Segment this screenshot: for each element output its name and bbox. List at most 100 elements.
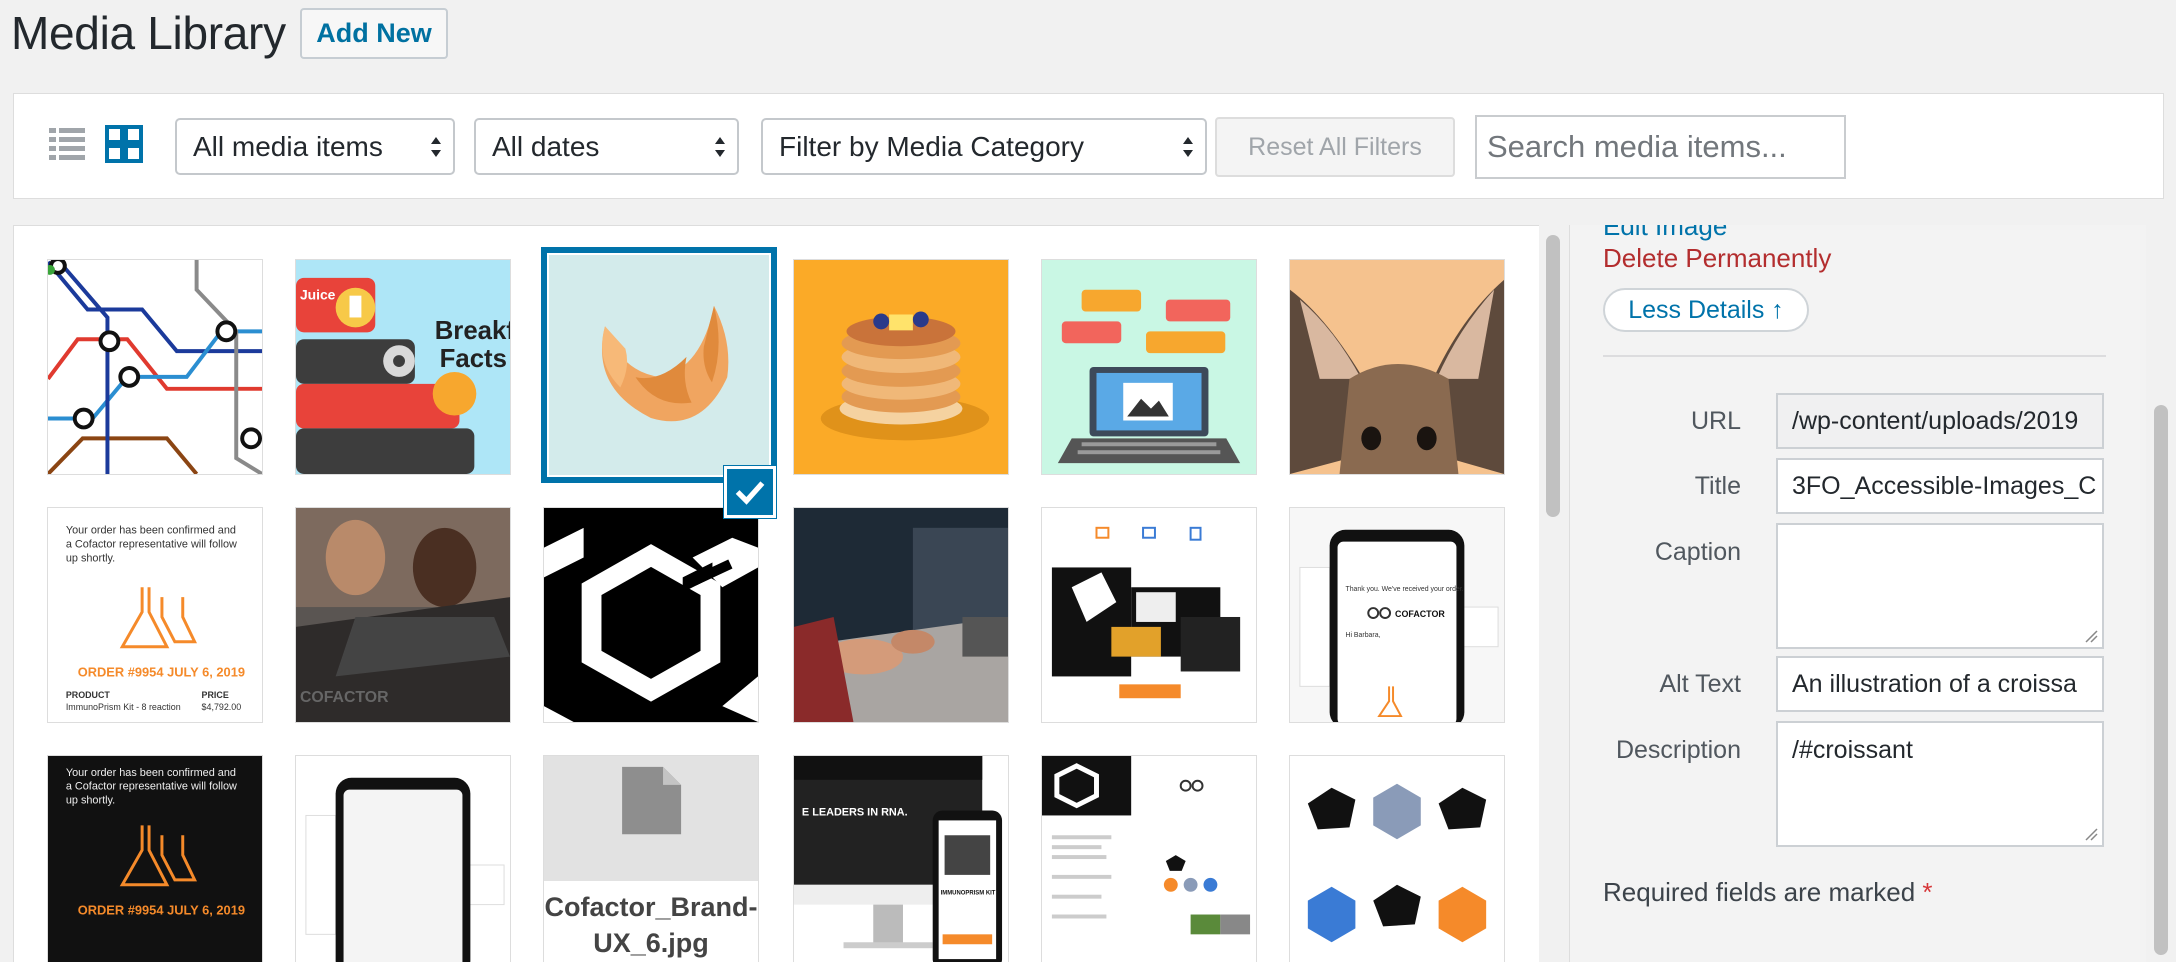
add-new-button[interactable]: Add New bbox=[300, 8, 448, 59]
media-item-product-boxes[interactable] bbox=[1041, 507, 1257, 723]
shapes-thumbnail bbox=[1290, 756, 1504, 962]
category-select[interactable]: Filter by Media Category bbox=[761, 118, 1207, 175]
media-item-website-mockup[interactable]: E LEADERS IN RNA. IMMUNOPRISM KIT bbox=[793, 755, 1009, 962]
svg-text:ORDER #9954 JULY 6, 2019: ORDER #9954 JULY 6, 2019 bbox=[78, 903, 245, 918]
svg-text:up shortly.: up shortly. bbox=[66, 795, 115, 807]
order-confirmation-thumbnail: Your order has been confirmed and a Cofa… bbox=[48, 508, 262, 722]
select-arrows-icon bbox=[1183, 137, 1193, 157]
reset-filters-button[interactable]: Reset All Filters bbox=[1215, 117, 1455, 177]
website-mockup-thumbnail: E LEADERS IN RNA. IMMUNOPRISM KIT bbox=[794, 756, 1008, 962]
caption-label: Caption bbox=[1654, 538, 1741, 566]
category-select-value: Filter by Media Category bbox=[779, 131, 1085, 162]
edit-image-link[interactable]: Edit Image bbox=[1603, 225, 1727, 242]
svg-text:up shortly.: up shortly. bbox=[66, 553, 115, 565]
grid-view-icon[interactable] bbox=[104, 124, 144, 164]
date-select-value: All dates bbox=[492, 131, 600, 162]
title-field[interactable]: 3FO_Accessible-Images_C bbox=[1776, 458, 2104, 514]
svg-text:Your order has been confirmed: Your order has been confirmed and bbox=[66, 767, 236, 779]
required-fields-note: Required fields are marked * bbox=[1603, 877, 1933, 908]
svg-text:a Cofactor representative will: a Cofactor representative will follow bbox=[66, 781, 237, 793]
details-scrollbar[interactable] bbox=[2146, 225, 2176, 962]
svg-text:Your order has been confirmed: Your order has been confirmed and bbox=[66, 525, 236, 537]
svg-text:COFACTOR: COFACTOR bbox=[1395, 609, 1445, 619]
media-item-file[interactable]: Cofactor_Brand-UX_6.jpg bbox=[543, 755, 759, 962]
grid-scrollbar-thumb[interactable] bbox=[1546, 235, 1560, 517]
media-item-style-guide[interactable] bbox=[1041, 755, 1257, 962]
svg-text:ORDER #9954 JULY 6, 2019: ORDER #9954 JULY 6, 2019 bbox=[78, 664, 245, 679]
svg-text:ImmunoPrism Kit - 8 reaction: ImmunoPrism Kit - 8 reaction bbox=[66, 702, 181, 712]
svg-text:PRODUCT: PRODUCT bbox=[66, 690, 111, 700]
svg-text:Breakf: Breakf bbox=[435, 317, 510, 345]
media-grid: Juice Breakf Facts Your order has been c… bbox=[13, 225, 1539, 962]
less-details-button[interactable]: Less Details ↑ bbox=[1603, 288, 1809, 332]
media-item-mobile-blank[interactable] bbox=[295, 755, 511, 962]
page-header: Media Library Add New bbox=[0, 0, 2176, 80]
media-toolbar: All media items All dates Filter by Medi… bbox=[13, 93, 2164, 199]
media-type-select-value: All media items bbox=[193, 131, 383, 162]
laptop-chat-thumbnail bbox=[1042, 260, 1256, 474]
media-type-select[interactable]: All media items bbox=[175, 118, 455, 175]
details-scrollbar-thumb[interactable] bbox=[2154, 405, 2168, 955]
order-confirmation-dark-thumbnail: Your order has been confirmed and a Cofa… bbox=[48, 756, 262, 962]
media-item-croissant[interactable] bbox=[541, 247, 777, 483]
svg-text:COFACTOR: COFACTOR bbox=[300, 689, 389, 706]
media-item-subway-map[interactable] bbox=[47, 259, 263, 475]
svg-text:IMMUNOPRISM KIT: IMMUNOPRISM KIT bbox=[941, 891, 996, 897]
svg-text:Hi Barbara,: Hi Barbara, bbox=[1345, 632, 1380, 639]
alt-text-field[interactable]: An illustration of a croissa bbox=[1776, 656, 2104, 712]
media-item-laptop-chat[interactable] bbox=[1041, 259, 1257, 475]
media-item-meeting-photo[interactable] bbox=[793, 507, 1009, 723]
pancakes-thumbnail bbox=[794, 260, 1008, 474]
document-icon bbox=[586, 756, 716, 835]
media-item-shapes[interactable] bbox=[1289, 755, 1505, 962]
caption-field[interactable] bbox=[1776, 523, 2104, 649]
svg-text:Facts: Facts bbox=[440, 345, 507, 373]
resize-handle-icon[interactable] bbox=[2084, 629, 2098, 643]
media-item-mobile-email[interactable]: Thank you. We've received your order. Hi… bbox=[1289, 507, 1505, 723]
grid-scrollbar[interactable] bbox=[1539, 225, 1569, 962]
svg-text:E LEADERS IN RNA.: E LEADERS IN RNA. bbox=[802, 806, 908, 818]
svg-text:$4,792.00: $4,792.00 bbox=[202, 702, 242, 712]
select-arrows-icon bbox=[431, 137, 441, 157]
url-field[interactable]: /wp-content/uploads/2019 bbox=[1776, 393, 2104, 449]
resize-handle-icon[interactable] bbox=[2084, 827, 2098, 841]
required-note-text: Required fields are marked bbox=[1603, 877, 1916, 907]
divider bbox=[1603, 355, 2106, 357]
media-item-breakfast-facts[interactable]: Juice Breakf Facts bbox=[295, 259, 511, 475]
croissant-thumbnail bbox=[549, 255, 769, 475]
date-select[interactable]: All dates bbox=[474, 118, 739, 175]
description-field[interactable]: /#croissant bbox=[1776, 721, 2104, 847]
description-value: /#croissant bbox=[1792, 736, 1913, 764]
svg-text:Juice: Juice bbox=[300, 287, 336, 303]
mobile-email-thumbnail: Thank you. We've received your order. Hi… bbox=[1290, 508, 1504, 722]
description-label: Description bbox=[1615, 736, 1741, 764]
hexagon-logo-thumbnail bbox=[544, 508, 758, 722]
svg-text:PRICE: PRICE bbox=[202, 690, 229, 700]
media-item-order-confirmation-dark[interactable]: Your order has been confirmed and a Cofa… bbox=[47, 755, 263, 962]
search-input[interactable] bbox=[1475, 115, 1846, 179]
delete-permanently-link[interactable]: Delete Permanently bbox=[1603, 243, 1831, 274]
select-arrows-icon bbox=[715, 137, 725, 157]
media-item-order-confirmation[interactable]: Your order has been confirmed and a Cofa… bbox=[47, 507, 263, 723]
product-boxes-thumbnail bbox=[1042, 508, 1256, 722]
page-title: Media Library bbox=[11, 7, 286, 59]
file-name: Cofactor_Brand-UX_6.jpg bbox=[544, 881, 758, 962]
media-item-hexagon-logo[interactable] bbox=[543, 507, 759, 723]
list-view-icon[interactable] bbox=[47, 124, 87, 164]
url-label: URL bbox=[1690, 407, 1741, 435]
required-star: * bbox=[1922, 877, 1933, 907]
svg-text:Thank you. We've received your: Thank you. We've received your order. bbox=[1345, 586, 1463, 593]
title-label: Title bbox=[1694, 472, 1741, 500]
style-guide-thumbnail bbox=[1042, 756, 1256, 962]
media-item-pancakes[interactable] bbox=[793, 259, 1009, 475]
breakfast-facts-thumbnail: Juice Breakf Facts bbox=[296, 260, 510, 474]
media-item-people-photo[interactable]: COFACTOR bbox=[295, 507, 511, 723]
meeting-photo-thumbnail bbox=[794, 508, 1008, 722]
mobile-blank-thumbnail bbox=[296, 756, 510, 962]
subway-map-thumbnail bbox=[48, 260, 262, 474]
people-photo-thumbnail: COFACTOR bbox=[296, 508, 510, 722]
attachment-details: Edit Image Delete Permanently Less Detai… bbox=[1569, 225, 2146, 962]
alt-text-label: Alt Text bbox=[1659, 670, 1741, 698]
selected-check-icon[interactable] bbox=[724, 466, 776, 518]
media-item-deer[interactable] bbox=[1289, 259, 1505, 475]
